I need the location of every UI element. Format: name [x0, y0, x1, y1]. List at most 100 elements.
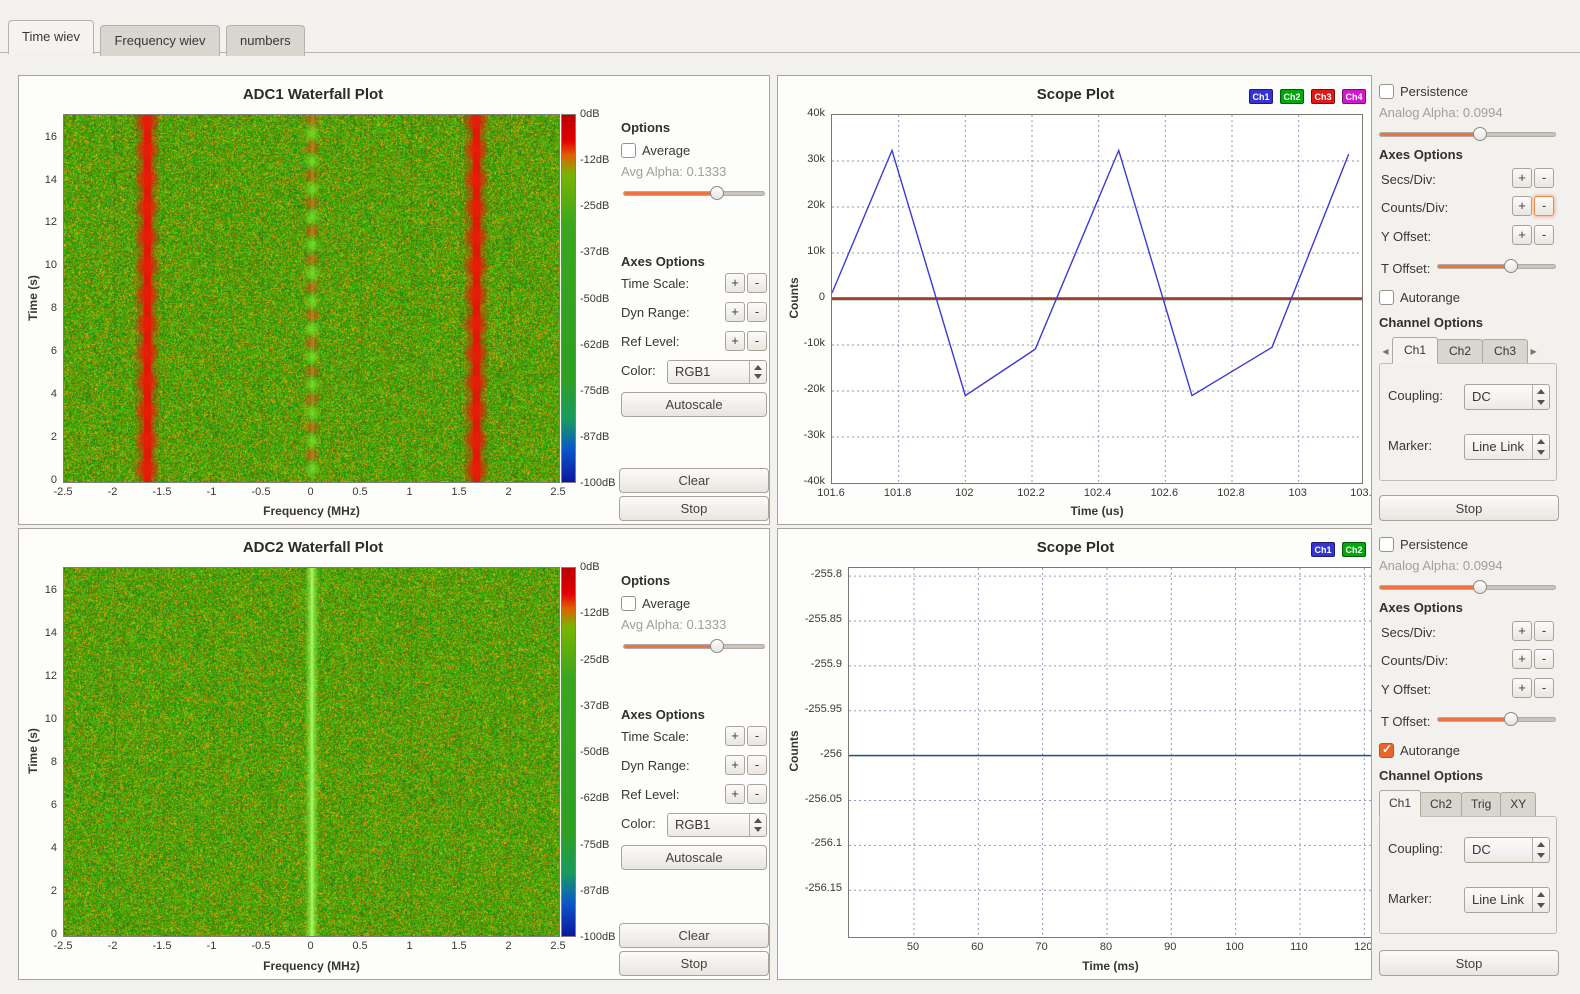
- counts-div-minus-button[interactable]: -: [1534, 196, 1554, 216]
- y-offset-plus-button[interactable]: +: [1512, 225, 1532, 245]
- marker-spinbox[interactable]: Line Link: [1464, 887, 1550, 913]
- slider-handle[interactable]: [1504, 712, 1518, 726]
- stop-button[interactable]: Stop: [619, 496, 769, 521]
- ref-level-minus-button[interactable]: -: [747, 331, 767, 351]
- slider-handle[interactable]: [710, 186, 724, 200]
- channel-tab-ch3[interactable]: Ch3: [1482, 339, 1528, 364]
- spinner-down-icon[interactable]: [1537, 853, 1545, 858]
- marker-spinbox[interactable]: Line Link: [1464, 434, 1550, 460]
- ref-level-minus-button[interactable]: -: [747, 784, 767, 804]
- spinner-up-icon[interactable]: [754, 365, 762, 370]
- clear-button[interactable]: Clear: [619, 923, 769, 948]
- coupling-spinbox[interactable]: DC: [1464, 837, 1550, 863]
- stop-button[interactable]: Stop: [619, 951, 769, 976]
- dyn-range-minus-button[interactable]: -: [747, 302, 767, 322]
- scope-plot-bottom[interactable]: [848, 567, 1372, 938]
- analog-alpha-slider[interactable]: [1379, 127, 1556, 141]
- slider-handle[interactable]: [1473, 127, 1487, 141]
- avg-alpha-slider[interactable]: [623, 639, 765, 653]
- time-scale-plus-button[interactable]: +: [725, 273, 745, 293]
- secs-div-label: Secs/Div:: [1381, 625, 1436, 640]
- counts-div-plus-button[interactable]: +: [1512, 196, 1532, 216]
- color-label: Color:: [621, 363, 656, 378]
- secs-div-plus-button[interactable]: +: [1512, 621, 1532, 641]
- adc1-waterfall-plot[interactable]: [63, 114, 560, 483]
- y-offset-minus-button[interactable]: -: [1534, 678, 1554, 698]
- analog-alpha-slider[interactable]: [1379, 580, 1556, 594]
- time-scale-plus-button[interactable]: +: [725, 726, 745, 746]
- counts-div-minus-button[interactable]: -: [1534, 649, 1554, 669]
- x-tick-label: 1.5: [434, 486, 484, 499]
- spinner-up-icon[interactable]: [1537, 389, 1545, 394]
- slider-track: [1379, 585, 1556, 590]
- spinner-down-icon[interactable]: [1537, 450, 1545, 455]
- tab-scroll-left-icon[interactable]: ◀: [1379, 339, 1392, 364]
- x-tick-label: 100: [1210, 941, 1260, 954]
- channel-tab-ch2[interactable]: Ch2: [1437, 339, 1483, 364]
- y-tick-label: -256.15: [792, 882, 842, 895]
- tab-numbers[interactable]: numbers: [226, 25, 305, 56]
- counts-div-plus-button[interactable]: +: [1512, 649, 1532, 669]
- legend-ch3: Ch3: [1311, 89, 1335, 104]
- autorange-checkbox[interactable]: [1379, 290, 1394, 305]
- t-offset-slider[interactable]: [1437, 712, 1556, 726]
- y-tick-label: -256.05: [792, 793, 842, 806]
- stop-button[interactable]: Stop: [1379, 950, 1559, 976]
- spinner-down-icon[interactable]: [1537, 903, 1545, 908]
- channel-tab-trig[interactable]: Trig: [1461, 792, 1501, 817]
- autorange-checkbox[interactable]: [1379, 743, 1394, 758]
- dyn-range-minus-button[interactable]: -: [747, 755, 767, 775]
- channel-tab-ch1[interactable]: Ch1: [1379, 790, 1421, 817]
- secs-div-minus-button[interactable]: -: [1534, 621, 1554, 641]
- tab-scroll-right-icon[interactable]: ▶: [1527, 339, 1540, 364]
- marker-value: Line Link: [1472, 892, 1524, 907]
- autoscale-button[interactable]: Autoscale: [621, 845, 767, 870]
- channel-tab-xy[interactable]: XY: [1500, 792, 1536, 817]
- y-tick-label: 4: [18, 842, 57, 855]
- counts-div-label: Counts/Div:: [1381, 200, 1448, 215]
- axes-options-header: Axes Options: [1379, 147, 1463, 162]
- adc2-waterfall-plot[interactable]: [63, 567, 560, 937]
- y-offset-minus-button[interactable]: -: [1534, 225, 1554, 245]
- spinner-down-icon[interactable]: [754, 827, 762, 832]
- slider-handle[interactable]: [1504, 259, 1518, 273]
- dyn-range-plus-button[interactable]: +: [725, 302, 745, 322]
- slider-handle[interactable]: [710, 639, 724, 653]
- colorbar-tick-label: -25dB: [580, 200, 628, 213]
- spinner-up-icon[interactable]: [1537, 439, 1545, 444]
- persistence-checkbox[interactable]: [1379, 84, 1394, 99]
- secs-div-plus-button[interactable]: +: [1512, 168, 1532, 188]
- color-combo[interactable]: RGB1: [667, 813, 767, 837]
- tab-frequency-view[interactable]: Frequency wiev: [100, 25, 219, 56]
- avg-alpha-label: Avg Alpha: 0.1333: [621, 164, 726, 179]
- tab-frequency-view-label: Frequency wiev: [114, 33, 205, 48]
- t-offset-slider[interactable]: [1437, 259, 1556, 273]
- spinner-down-icon[interactable]: [1537, 400, 1545, 405]
- time-scale-minus-button[interactable]: -: [747, 273, 767, 293]
- spinner-up-icon[interactable]: [1537, 892, 1545, 897]
- color-combo[interactable]: RGB1: [667, 360, 767, 384]
- slider-handle[interactable]: [1473, 580, 1487, 594]
- channel-tab-ch1[interactable]: Ch1: [1392, 337, 1438, 364]
- stop-button[interactable]: Stop: [1379, 495, 1559, 521]
- y-offset-plus-button[interactable]: +: [1512, 678, 1532, 698]
- time-scale-minus-button[interactable]: -: [747, 726, 767, 746]
- channel-tab-ch2[interactable]: Ch2: [1420, 792, 1462, 817]
- autorange-label: Autorange: [1400, 290, 1460, 305]
- avg-alpha-slider[interactable]: [623, 186, 765, 200]
- spinner-up-icon[interactable]: [754, 818, 762, 823]
- coupling-spinbox[interactable]: DC: [1464, 384, 1550, 410]
- ref-level-plus-button[interactable]: +: [725, 784, 745, 804]
- x-axis-label: Time (ms): [848, 959, 1372, 973]
- x-tick-label: 50: [888, 941, 938, 954]
- persistence-checkbox[interactable]: [1379, 537, 1394, 552]
- dyn-range-plus-button[interactable]: +: [725, 755, 745, 775]
- spinner-down-icon[interactable]: [754, 374, 762, 379]
- spinner-up-icon[interactable]: [1537, 842, 1545, 847]
- secs-div-minus-button[interactable]: -: [1534, 168, 1554, 188]
- autoscale-button[interactable]: Autoscale: [621, 392, 767, 417]
- clear-button[interactable]: Clear: [619, 468, 769, 493]
- ref-level-plus-button[interactable]: +: [725, 331, 745, 351]
- tab-time-view[interactable]: Time wiev: [8, 20, 94, 54]
- scope-plot-top[interactable]: [831, 114, 1363, 484]
